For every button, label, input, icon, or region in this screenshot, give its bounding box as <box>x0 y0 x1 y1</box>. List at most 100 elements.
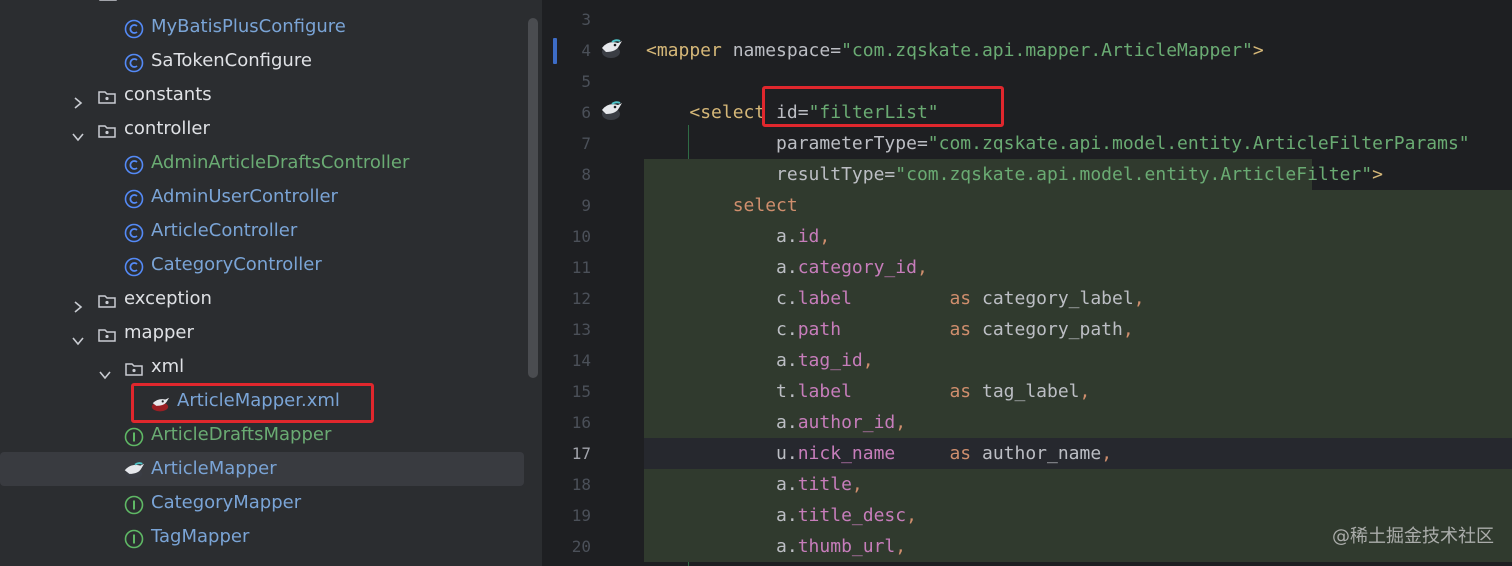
code-token: > <box>1252 40 1264 61</box>
folder-icon <box>97 85 117 105</box>
highlight-box-xml-file <box>131 383 374 423</box>
tree-item-categorymapper[interactable]: CategoryMapper <box>0 486 524 520</box>
class-icon <box>124 51 144 73</box>
line-number[interactable]: 6 <box>543 97 591 128</box>
code-line[interactable]: t.label as tag_label, <box>646 376 1512 407</box>
code-token: , <box>1101 443 1113 464</box>
chevron-right-icon[interactable] <box>71 88 85 109</box>
tree-item-label: MyBatisPlusConfigure <box>151 16 346 37</box>
code-line[interactable]: a.author_id, <box>646 407 1512 438</box>
code-line[interactable]: resultType="com.zqskate.api.model.entity… <box>646 159 1512 190</box>
code-line[interactable]: c.path as category_path, <box>646 314 1512 345</box>
tree-item-label: TagMapper <box>151 526 250 547</box>
code-line[interactable] <box>646 4 1512 35</box>
code-token: id <box>797 226 820 247</box>
mybatis-bird-icon[interactable] <box>598 100 624 122</box>
code-line[interactable]: a.category_id, <box>646 252 1512 283</box>
code-area[interactable]: <mapper namespace="com.zqskate.api.mappe… <box>644 0 1512 566</box>
tree-item-articledraftsmapper[interactable]: ArticleDraftsMapper <box>0 418 524 452</box>
tree-item-xml[interactable]: xml <box>0 350 524 384</box>
tree-item-constants[interactable]: constants <box>0 78 524 112</box>
code-token: nick_name <box>797 443 896 464</box>
line-number[interactable]: 3 <box>543 4 591 35</box>
tree-item-categorycontroller[interactable]: CategoryController <box>0 248 524 282</box>
chevron-down-icon[interactable] <box>71 326 85 346</box>
code-line[interactable]: u.nick_name as author_name, <box>646 438 1512 469</box>
code-token: a. <box>646 226 798 247</box>
tree-item-articlemapper[interactable]: ArticleMapper <box>0 452 524 486</box>
folder-icon <box>97 119 117 139</box>
line-number[interactable]: 17 <box>543 438 591 469</box>
code-token: category_path <box>971 319 1123 340</box>
tree-item-adminarticledraftscontroller[interactable]: AdminArticleDraftsController <box>0 146 524 180</box>
code-line[interactable]: c.label as category_label, <box>646 283 1512 314</box>
line-number[interactable]: 15 <box>543 376 591 407</box>
tree-item-label: ArticleController <box>151 220 298 241</box>
code-token: as <box>949 443 972 464</box>
tree-item-label: exception <box>124 288 212 309</box>
code-token: as <box>949 381 972 402</box>
code-token: c. <box>646 288 798 309</box>
highlight-box-select-id <box>762 86 1004 127</box>
code-token: , <box>1079 381 1091 402</box>
mybatis-bird-icon[interactable] <box>598 38 624 60</box>
tree-item-label: xml <box>151 356 185 377</box>
code-line[interactable]: a.title, <box>646 469 1512 500</box>
line-number[interactable]: 18 <box>543 469 591 500</box>
line-number[interactable]: 14 <box>543 345 591 376</box>
code-line[interactable]: parameterType="com.zqskate.api.model.ent… <box>646 128 1512 159</box>
tree-scrollbar[interactable] <box>528 18 538 378</box>
tree-item-articlecontroller[interactable]: ArticleController <box>0 214 524 248</box>
line-number[interactable]: 4 <box>543 35 591 66</box>
tree-item-mybatisplusconfigure[interactable]: MyBatisPlusConfigure <box>0 10 524 44</box>
code-token: , <box>1133 288 1145 309</box>
chevron-down-icon[interactable] <box>98 360 112 380</box>
code-token: label <box>797 288 852 309</box>
tree-item-exception[interactable]: exception <box>0 282 524 316</box>
line-number[interactable]: 20 <box>543 531 591 562</box>
line-number[interactable]: 8 <box>543 159 591 190</box>
line-number[interactable]: 7 <box>543 128 591 159</box>
tree-item-satokenconfigure[interactable]: SaTokenConfigure <box>0 44 524 78</box>
tree-item-controller[interactable]: controller <box>0 112 524 146</box>
code-token: resultType <box>776 164 885 185</box>
code-line[interactable]: a.id, <box>646 221 1512 252</box>
code-token: namespace <box>732 40 831 61</box>
code-token: > <box>1372 164 1383 185</box>
line-number[interactable]: 16 <box>543 407 591 438</box>
line-number[interactable]: 5 <box>543 66 591 97</box>
code-token: , <box>819 226 831 247</box>
code-editor[interactable]: 3 4 5 6 7 8 9 10 11 12 13 14 15 16 17 18 19 20 <mapper na… <box>543 0 1512 566</box>
line-number[interactable]: 11 <box>543 252 591 283</box>
code-token: , <box>1122 319 1134 340</box>
code-token: "com.zqskate.api.mapper.ArticleMapper" <box>841 40 1253 61</box>
tree-item-label: constants <box>124 84 212 105</box>
line-number[interactable]: 13 <box>543 314 591 345</box>
tree-item-tagmapper[interactable]: TagMapper <box>0 520 524 554</box>
code-line[interactable]: a.tag_id, <box>646 345 1512 376</box>
code-token: "com.zqskate.api.model.entity.ArticleFil… <box>895 164 1373 185</box>
tree-item-label: AdminArticleDraftsController <box>151 152 410 173</box>
line-number[interactable]: 10 <box>543 221 591 252</box>
tree-item-adminusercontroller[interactable]: AdminUserController <box>0 180 524 214</box>
line-number[interactable]: 12 <box>543 283 591 314</box>
code-token: , <box>862 350 874 371</box>
tree-item-mapper[interactable]: mapper <box>0 316 524 350</box>
folder-icon <box>97 289 117 309</box>
tree-item-label: CategoryMapper <box>151 492 302 513</box>
code-token: "com.zqskate.api.model.entity.ArticleFil… <box>927 133 1470 154</box>
chevron-down-icon[interactable] <box>71 122 85 142</box>
line-number[interactable]: 9 <box>543 190 591 221</box>
folder-icon <box>99 0 117 1</box>
code-token: title_desc <box>797 505 907 526</box>
line-number[interactable]: 19 <box>543 500 591 531</box>
code-line[interactable]: select <box>646 190 1512 221</box>
mybatis-bird-icon <box>122 459 146 479</box>
code-line[interactable]: <mapper namespace="com.zqskate.api.mappe… <box>646 35 1512 66</box>
class-icon <box>124 187 144 209</box>
chevron-right-icon[interactable] <box>71 292 85 313</box>
